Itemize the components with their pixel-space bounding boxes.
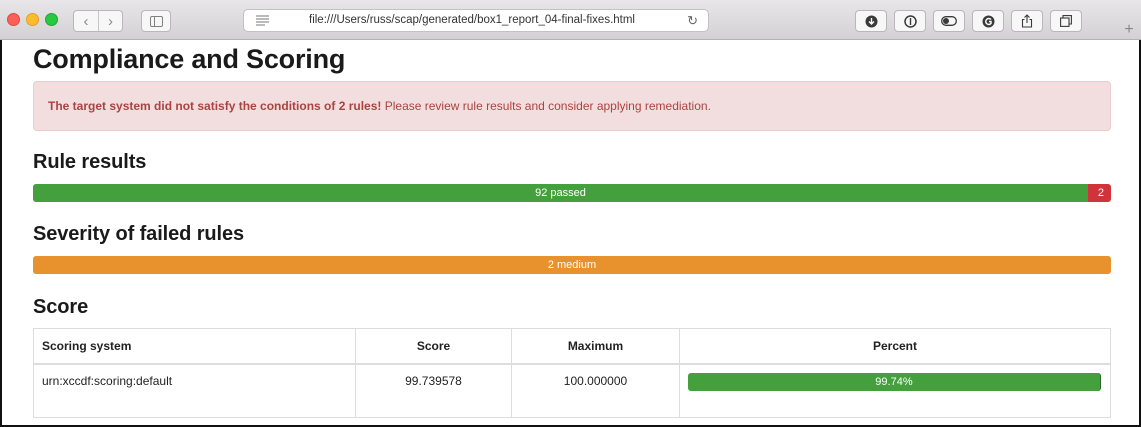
chevron-left-icon: ‹ [83, 12, 89, 30]
extension-button[interactable] [972, 10, 1004, 32]
score-heading: Score [33, 296, 89, 318]
percent-bar: 99.74% [688, 372, 1101, 391]
table-row: urn:xccdf:scoring:default 99.739578 100.… [33, 363, 1111, 418]
column-header-scoring-system: Scoring system [33, 328, 356, 365]
maximize-window-button[interactable] [45, 13, 58, 26]
toggle-button[interactable] [933, 10, 965, 32]
alert-strong-text: The target system did not satisfy the co… [48, 99, 382, 113]
percent-cell: 99.74% [679, 363, 1111, 418]
download-button[interactable] [855, 10, 887, 32]
plus-icon: + [1124, 21, 1134, 38]
passed-label: 92 passed [535, 187, 586, 199]
reload-icon[interactable]: ↻ [687, 14, 698, 27]
scoring-system-cell: urn:xccdf:scoring:default [33, 363, 356, 418]
score-table-header: Scoring system Score Maximum Percent [33, 328, 1111, 365]
severity-heading: Severity of failed rules [33, 223, 245, 245]
severity-progress: 2 medium [33, 256, 1111, 274]
browser-toolbar: ‹ › file:///Users/russ/scap/generated/bo… [0, 0, 1141, 40]
column-header-maximum: Maximum [511, 328, 680, 365]
percent-label: 99.74% [875, 375, 913, 388]
info-button[interactable] [894, 10, 926, 32]
tabs-button[interactable] [1050, 10, 1082, 32]
column-header-score: Score [355, 328, 512, 365]
score-cell: 99.739578 [355, 363, 512, 418]
chevron-right-icon: › [108, 12, 113, 30]
failed-bar[interactable]: 2 [1088, 184, 1111, 202]
back-button[interactable]: ‹ [74, 11, 98, 31]
score-table: Scoring system Score Maximum Percent urn… [33, 328, 1111, 418]
info-icon [903, 14, 917, 28]
maximum-cell: 100.000000 [511, 363, 680, 418]
sidebar-toggle-button[interactable] [141, 10, 171, 32]
url-text[interactable]: file:///Users/russ/scap/generated/box1_r… [309, 14, 654, 26]
navigation-buttons: ‹ › [73, 10, 123, 32]
failed-label: 2 [1097, 187, 1104, 199]
medium-label: 2 medium [547, 259, 597, 271]
reader-icon[interactable] [256, 15, 269, 26]
share-icon [1021, 14, 1033, 28]
column-header-percent: Percent [679, 328, 1111, 365]
extension-icon [982, 15, 994, 27]
rule-results-progress: 92 passed 2 [33, 184, 1111, 202]
page-title: Compliance and Scoring [33, 44, 346, 74]
sidebar-icon [150, 16, 163, 27]
rule-results-heading: Rule results [33, 151, 147, 173]
failure-alert: The target system did not satisfy the co… [33, 81, 1111, 131]
share-button[interactable] [1011, 10, 1043, 32]
medium-severity-bar[interactable]: 2 medium [33, 256, 1111, 274]
alert-text: Please review rule results and consider … [381, 99, 711, 113]
close-window-button[interactable] [7, 13, 20, 26]
tabs-icon [1060, 15, 1072, 27]
toggle-icon [941, 16, 957, 26]
new-tab-button[interactable]: + [1119, 20, 1139, 40]
address-bar[interactable]: file:///Users/russ/scap/generated/box1_r… [243, 9, 709, 32]
forward-button[interactable]: › [98, 11, 122, 31]
minimize-window-button[interactable] [26, 13, 39, 26]
download-icon [865, 15, 877, 27]
passed-bar[interactable]: 92 passed [33, 184, 1088, 202]
